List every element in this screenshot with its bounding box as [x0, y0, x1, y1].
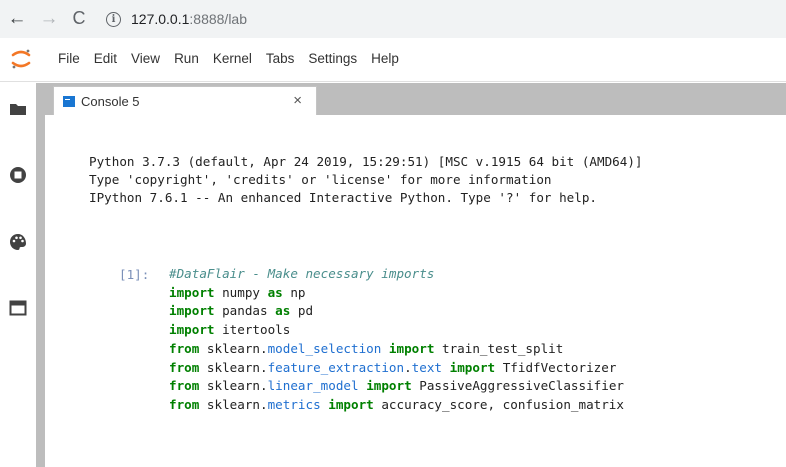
code-line: import itertools [169, 321, 624, 340]
code-keyword: from [169, 340, 200, 356]
code-keyword: import [169, 284, 215, 300]
url-host: 127.0.0.1 [131, 11, 190, 27]
code-line: from sklearn.model_selection import trai… [169, 340, 624, 359]
banner-line: Type 'copyright', 'credits' or 'license'… [89, 172, 552, 187]
running-icon[interactable] [9, 166, 27, 184]
code-keyword: from [169, 359, 200, 375]
code-module: feature_extraction [267, 359, 405, 375]
left-sidebar [0, 83, 36, 467]
code-keyword: import [366, 378, 412, 394]
code-keyword: import [388, 340, 435, 356]
site-info-icon[interactable]: i [106, 11, 121, 27]
menu-edit[interactable]: Edit [94, 51, 117, 66]
code-keyword: from [169, 396, 200, 412]
code-text: sklearn. [199, 340, 268, 356]
code-module: linear_model [267, 378, 359, 394]
code-comment: #DataFlair - Make necessary imports [169, 266, 435, 281]
code-keyword: as [275, 303, 291, 319]
code-text: TfidfVectorizer [495, 359, 617, 375]
console-icon [63, 95, 75, 107]
code-text: numpy [214, 284, 268, 300]
code-line: from sklearn.linear_model import Passive… [169, 377, 624, 396]
code-module: metrics [267, 396, 321, 412]
code-keyword: import [449, 359, 496, 375]
code-text: PassiveAggressiveClassifier [411, 378, 624, 394]
code-cell[interactable]: #DataFlair - Make necessary imports impor… [169, 265, 624, 415]
code-text: accuracy_score, confusion_matrix [373, 396, 624, 412]
code-module: text [411, 359, 443, 375]
banner-line: Python 3.7.3 (default, Apr 24 2019, 15:2… [89, 154, 643, 169]
tab-label: Console 5 [81, 93, 140, 109]
code-text: . [404, 359, 412, 375]
code-line: from sklearn.metrics import accuracy_sco… [169, 396, 624, 415]
jupyter-logo-icon [11, 49, 31, 69]
tab-console-5[interactable]: Console 5 × [53, 86, 317, 115]
code-text: train_test_split [434, 340, 564, 356]
menu-run[interactable]: Run [174, 51, 199, 66]
jupyter-menubar: File Edit View Run Kernel Tabs Settings … [0, 38, 786, 82]
menu-items: File Edit View Run Kernel Tabs Settings … [58, 51, 413, 66]
browser-toolbar: ← → C i 127.0.0.1:8888/lab [0, 0, 786, 38]
code-text: pd [290, 303, 314, 319]
python-banner: Python 3.7.3 (default, Apr 24 2019, 15:2… [89, 153, 643, 207]
back-icon[interactable]: ← [6, 7, 28, 29]
address-bar[interactable]: i 127.0.0.1:8888/lab [98, 4, 786, 34]
folder-icon[interactable] [9, 100, 27, 118]
code-keyword: import [169, 303, 215, 319]
code-line: import numpy as np [169, 284, 624, 303]
code-text: np [282, 284, 306, 300]
code-text: pandas [214, 303, 276, 319]
reload-icon[interactable]: C [68, 7, 90, 29]
input-prompt: [1]: [119, 267, 150, 282]
code-keyword: import [328, 396, 374, 412]
menu-tabs[interactable]: Tabs [266, 51, 295, 66]
code-module: model_selection [267, 340, 382, 356]
code-text: sklearn. [199, 396, 268, 412]
palette-icon[interactable] [9, 233, 27, 251]
menu-view[interactable]: View [131, 51, 160, 66]
forward-icon[interactable]: → [38, 7, 60, 29]
close-icon[interactable]: × [293, 92, 302, 109]
menu-settings[interactable]: Settings [308, 51, 357, 66]
tabs-icon[interactable] [9, 299, 27, 317]
code-text: sklearn. [199, 378, 268, 394]
sidebar-divider [36, 83, 45, 467]
tab-bar: Console 5 × [45, 83, 786, 115]
banner-line: IPython 7.6.1 -- An enhanced Interactive… [89, 190, 597, 205]
code-line: from sklearn.feature_extraction.text imp… [169, 359, 624, 378]
menu-help[interactable]: Help [371, 51, 399, 66]
menu-file[interactable]: File [58, 51, 80, 66]
console-panel[interactable]: Python 3.7.3 (default, Apr 24 2019, 15:2… [45, 115, 786, 467]
code-keyword: import [169, 322, 215, 338]
code-keyword: from [169, 378, 200, 394]
code-text: itertools [214, 322, 291, 338]
menu-kernel[interactable]: Kernel [213, 51, 252, 66]
code-keyword: as [267, 284, 283, 300]
code-text: sklearn. [199, 359, 268, 375]
code-line: import pandas as pd [169, 302, 624, 321]
url-path: :8888/lab [189, 11, 247, 27]
